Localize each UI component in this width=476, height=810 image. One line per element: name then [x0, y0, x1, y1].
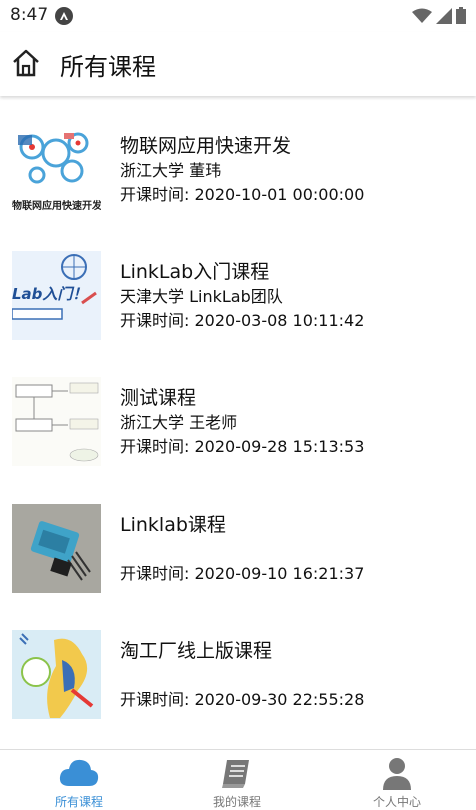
cloud-icon	[59, 756, 99, 792]
course-teacher	[120, 665, 364, 687]
course-name: Linklab课程	[120, 514, 226, 536]
course-thumbnail-factory	[12, 630, 101, 719]
course-start-time: 开课时间: 2020-09-28 15:13:53	[120, 437, 365, 456]
course-thumbnail-iot: 物联网应用快速开发	[12, 125, 101, 214]
course-info: 淘工厂线上版课程 开课时间: 2020-09-30 22:55:28	[120, 639, 364, 711]
course-thumbnail-test	[12, 377, 101, 466]
course-item[interactable]: Linklab课程 开课时间: 2020-09-10 16:21:37	[0, 504, 476, 614]
nav-label: 我的课程	[212, 795, 261, 809]
course-item[interactable]: 淘工厂线上版课程 开课时间: 2020-09-30 22:55:28	[0, 630, 476, 740]
status-time: 8:47	[10, 5, 49, 25]
person-icon	[381, 756, 413, 794]
home-icon[interactable]	[12, 48, 40, 78]
course-info: LinkLab入门课程 天津大学 LinkLab团队 开课时间: 2020-03…	[120, 260, 364, 332]
page-title: 所有课程	[60, 53, 156, 81]
course-item[interactable]: Lab入门！ LinkLab入门课程 天津大学 LinkLab团队 开课时间: …	[0, 251, 476, 361]
course-start-time: 开课时间: 2020-10-01 00:00:00	[120, 185, 365, 204]
course-teacher: 浙江大学 王老师	[120, 413, 238, 432]
thumbnail-caption: Lab入门！	[12, 285, 88, 303]
course-info: 测试课程 浙江大学 王老师 开课时间: 2020-09-28 15:13:53	[120, 386, 364, 458]
status-indicators	[412, 7, 466, 28]
course-name: 淘工厂线上版课程	[120, 640, 273, 662]
course-teacher: 天津大学 LinkLab团队	[120, 287, 283, 306]
course-teacher: 浙江大学 董玮	[120, 161, 222, 180]
wifi-icon	[412, 8, 432, 28]
course-name: 物联网应用快速开发	[120, 135, 292, 157]
course-start-time: 开课时间: 2020-09-10 16:21:37	[120, 564, 365, 583]
app-notification-icon	[55, 7, 73, 25]
nav-tab-all-courses[interactable]: 所有课程	[0, 750, 158, 810]
course-thumbnail-sensor	[12, 504, 101, 593]
signal-icon	[436, 7, 452, 28]
app-header: 所有课程	[0, 32, 476, 96]
battery-icon	[456, 7, 466, 28]
course-info: 物联网应用快速开发 浙江大学 董玮 开课时间: 2020-10-01 00:00…	[120, 134, 364, 206]
course-item[interactable]: 物联网应用快速开发 物联网应用快速开发 浙江大学 董玮 开课时间: 2020-1…	[0, 125, 476, 235]
book-icon	[219, 756, 255, 794]
nav-label: 个人中心	[372, 795, 421, 809]
status-bar: 8:47	[0, 0, 476, 32]
course-info: Linklab课程 开课时间: 2020-09-10 16:21:37	[120, 513, 364, 585]
course-start-time: 开课时间: 2020-09-30 22:55:28	[120, 690, 365, 709]
thumbnail-caption: 物联网应用快速开发	[12, 201, 101, 212]
course-teacher	[120, 539, 364, 561]
nav-tab-my-courses[interactable]: 我的课程	[158, 750, 316, 810]
course-item[interactable]: 测试课程 浙江大学 王老师 开课时间: 2020-09-28 15:13:53	[0, 377, 476, 487]
nav-label: 所有课程	[54, 795, 103, 809]
course-name: 测试课程	[120, 387, 197, 409]
course-thumbnail-linklab: Lab入门！	[12, 251, 101, 340]
nav-tab-profile[interactable]: 个人中心	[318, 750, 476, 810]
course-list[interactable]: 物联网应用快速开发 物联网应用快速开发 浙江大学 董玮 开课时间: 2020-1…	[0, 97, 476, 749]
course-start-time: 开课时间: 2020-03-08 10:11:42	[120, 311, 365, 330]
course-name: LinkLab入门课程	[120, 261, 270, 283]
bottom-nav: 所有课程 我的课程 个人中心	[0, 749, 476, 810]
